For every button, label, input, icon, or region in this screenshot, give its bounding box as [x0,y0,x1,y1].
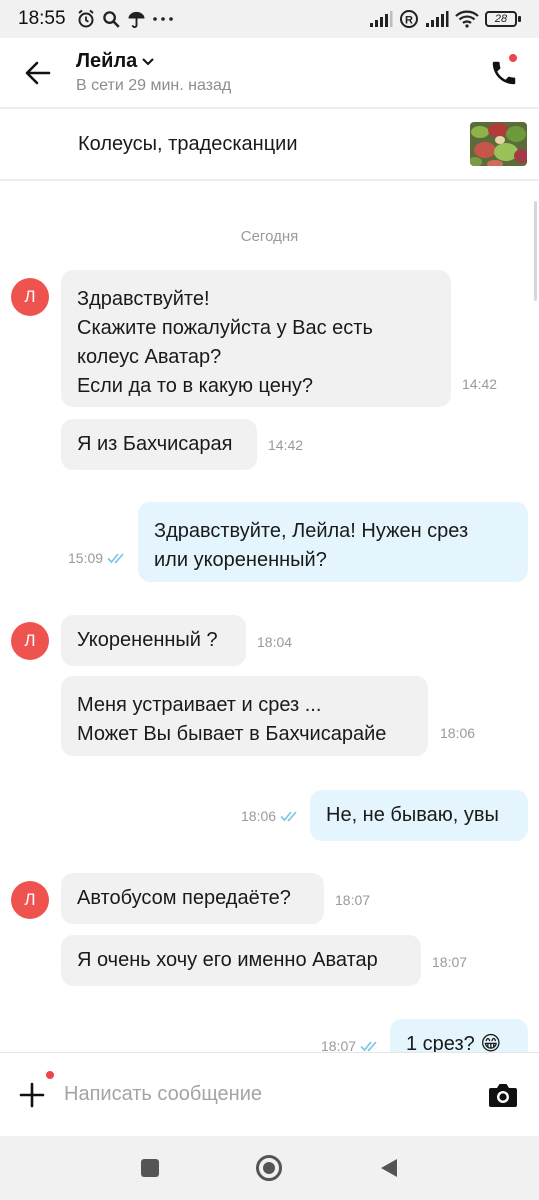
attach-button[interactable] [0,1053,64,1137]
listing-thumbnail[interactable] [470,122,527,166]
back-button[interactable] [0,38,76,108]
notification-dot [507,51,519,64]
double-check-icon [360,1041,377,1052]
incoming-message[interactable]: Я из Бахчисарая [61,419,257,470]
message-line: Автобусом передаёте? [77,887,291,909]
time-text: 14:42 [462,376,498,392]
svg-text:R: R [405,15,413,27]
chevron-down-icon [142,57,154,65]
contact-name: Лейла [76,50,138,72]
battery-level: 28 [485,11,517,27]
signal-icon [369,10,393,28]
recents-button[interactable] [130,1148,170,1188]
chat-messages[interactable]: Сегодня Л Здравствуйте! Скажите пожалуйс… [0,181,539,1052]
message-line: Скажите пожалуйста у Вас есть [77,317,373,339]
message-line: или укорененный? [154,549,327,571]
notification-dot [44,1068,56,1081]
home-button[interactable] [249,1148,289,1188]
listing-title: Колеусы, традесканции [78,132,298,155]
avatar[interactable]: Л [11,278,49,316]
double-check-icon [280,811,297,822]
contact-status: В сети 29 мин. назад [76,77,232,94]
outgoing-message[interactable]: 1 срез? 😁 [390,1019,528,1052]
incoming-message[interactable]: Меня устраивает и срез ... Может Вы быва… [61,676,428,756]
listing-bar[interactable]: Колеусы, традесканции [0,109,539,180]
back-nav-button[interactable] [369,1148,409,1188]
triangle-back-icon [381,1159,398,1177]
message-line: Если да то в какую цену? [77,375,314,397]
message-time: 15:09 [68,550,127,566]
signal-icon [425,10,449,28]
message-time: 18:04 [257,634,292,650]
avatar[interactable]: Л [11,881,49,919]
circle-icon [256,1155,283,1181]
message-time: 18:07 [335,892,370,908]
status-right: R 28 [369,9,521,29]
time-text: 18:07 [335,892,371,908]
time-text: 18:04 [257,634,293,650]
wifi-icon [455,10,479,28]
double-check-icon [107,553,124,564]
time-text: 18:07 [321,1038,357,1052]
message-input[interactable] [64,1074,467,1115]
message-time: 18:06 [241,808,300,824]
message-time: 18:06 [440,725,475,741]
message-line: Укорененный ? [77,629,218,651]
call-button[interactable] [469,38,539,108]
message-composer [0,1052,539,1136]
time-text: 18:06 [241,808,277,824]
avatar-letter: Л [24,287,36,306]
battery-tip [518,16,521,22]
message-line: Я очень хочу его именно Аватар [77,949,378,971]
message-time: 14:42 [268,437,303,453]
roaming-icon: R [399,9,419,29]
avatar-letter: Л [24,631,36,650]
outgoing-message[interactable]: Здравствуйте, Лейла! Нужен срез или укор… [138,502,528,582]
contact-info[interactable]: Лейла В сети 29 мин. назад [76,50,469,95]
message-time: 18:07 [432,954,467,970]
arrow-left-icon [25,61,51,84]
avatar[interactable]: Л [11,622,49,660]
incoming-message[interactable]: Укорененный ? [61,615,246,666]
system-nav-bar [0,1136,539,1200]
more-icon [152,15,174,23]
date-separator: Сегодня [240,228,299,245]
time-text: 14:42 [268,437,304,453]
battery-icon: 28 [485,11,521,27]
message-line: 1 срез? 😁 [406,1033,502,1052]
status-bar: 18:55 R 28 [0,0,539,38]
message-time: 18:07 [321,1038,380,1052]
message-line: колеус Аватар? [77,346,222,368]
status-left: 18:55 [18,8,174,30]
outgoing-message[interactable]: Не, не бываю, увы [310,790,528,841]
message-line: Здравствуйте! [77,288,210,310]
search-icon [102,10,121,29]
umbrella-icon [127,10,146,29]
message-line: Здравствуйте, Лейла! Нужен срез [154,520,469,542]
message-line: Может Вы бывает в Бахчисарайе [77,723,387,745]
plus-icon [19,1082,45,1107]
scrollbar[interactable] [534,201,537,301]
message-line: Я из Бахчисарая [77,433,233,455]
incoming-message[interactable]: Я очень хочу его именно Аватар [61,935,421,986]
message-time: 14:42 [462,376,497,392]
message-line: Не, не бываю, увы [326,804,499,826]
time-text: 18:07 [432,954,468,970]
status-time: 18:55 [18,8,66,29]
time-text: 18:06 [440,725,476,741]
incoming-message[interactable]: Автобусом передаёте? [61,873,324,924]
camera-icon [489,1083,517,1107]
contact-name-row: Лейла [76,50,469,73]
alarm-icon [76,9,96,29]
camera-button[interactable] [467,1053,539,1137]
chat-header: Лейла В сети 29 мин. назад [0,38,539,108]
time-text: 15:09 [68,550,104,566]
message-line: Меня устраивает и срез ... [77,694,322,716]
square-icon [140,1159,159,1177]
incoming-message[interactable]: Здравствуйте! Скажите пожалуйста у Вас е… [61,270,451,407]
avatar-letter: Л [24,890,36,909]
